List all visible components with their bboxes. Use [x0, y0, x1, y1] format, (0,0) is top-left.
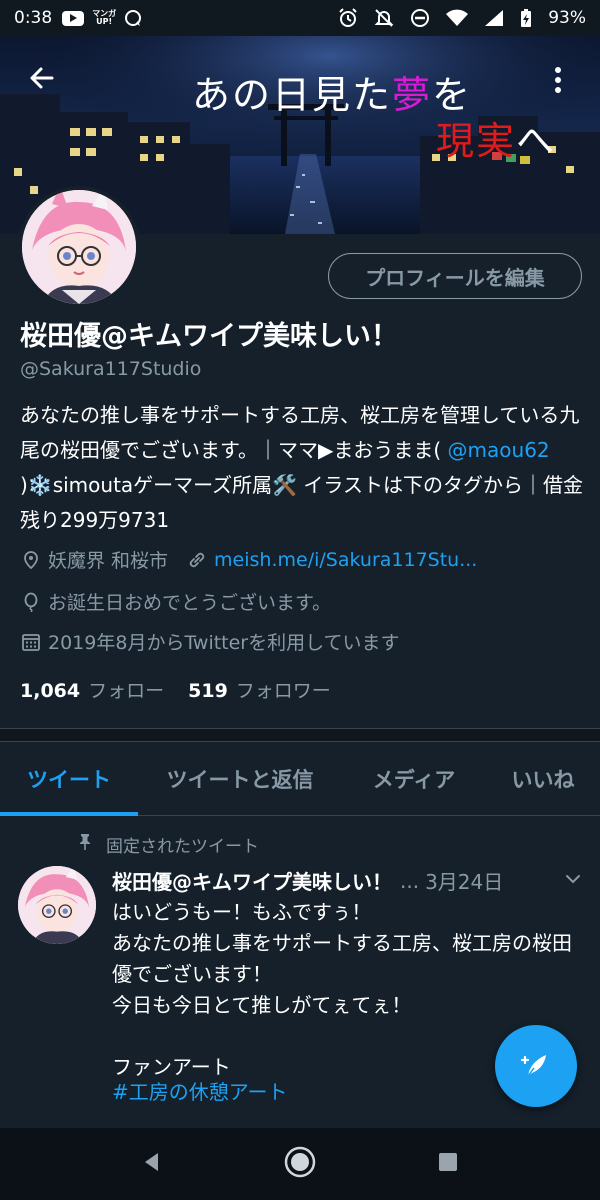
bio-mention-link[interactable]: @maou62	[448, 438, 550, 462]
banner-subtitle-red: 現実	[436, 119, 517, 163]
tab-likes[interactable]: いいね	[486, 742, 600, 816]
followers-count: 519	[188, 680, 228, 702]
battery-percent: 93%	[548, 8, 586, 28]
status-bar: 0:38 マンガ UP! 93%	[0, 0, 600, 36]
tab-media[interactable]: メディア	[342, 742, 486, 816]
banner-title-dream: 夢	[392, 73, 433, 117]
tab-tweets-and-replies[interactable]: ツイートと返信	[138, 742, 342, 816]
nav-back-icon[interactable]	[140, 1150, 164, 1178]
manga-up-icon: マンガ UP!	[92, 9, 117, 26]
profile-meta-birthday: お誕生日おめでとうございます。	[20, 588, 331, 615]
compose-tweet-button[interactable]	[495, 1025, 577, 1107]
link-icon	[186, 549, 208, 571]
pinned-tweet-header: 固定されたツイート	[78, 832, 259, 857]
tweet-date[interactable]: 3月24日	[425, 866, 503, 895]
tweet-author-avatar[interactable]	[18, 866, 96, 944]
battery-charging-icon	[520, 8, 532, 28]
profile-website-link[interactable]: meish.me/i/Sakura117Stu...	[214, 549, 477, 571]
nav-recents-icon[interactable]	[436, 1150, 460, 1178]
tweet-hashtag-link[interactable]: #工房の休憩アート	[112, 1076, 288, 1105]
profile-bio: あなたの推し事をサポートする工房、桜工房を管理している九尾の桜田優でございます。…	[20, 398, 585, 538]
pinned-tweet-label: 固定されたツイート	[106, 837, 259, 857]
balloon-icon	[20, 591, 42, 613]
banner-subtitle: 現実へ	[436, 110, 556, 165]
profile-meta-joined: 2019年8月からTwitterを利用しています	[20, 628, 400, 655]
edit-profile-button[interactable]: プロフィールを編集	[328, 253, 582, 299]
profile-location: 妖魔界 和桜市	[48, 550, 169, 572]
compose-feather-icon	[520, 1055, 546, 1077]
profile-joined-date: 2019年8月からTwitterを利用しています	[48, 632, 400, 654]
system-navigation-bar	[0, 1128, 600, 1200]
tab-tweets[interactable]: ツイート	[0, 742, 138, 816]
profile-meta-location-website: 妖魔界 和桜市 meish.me/i/Sakura117Stu...	[20, 546, 477, 573]
bio-text-continued: )❄️simoutaゲーマーズ所属🛠️ イラストは下のタグから｜借金残り299万…	[20, 473, 584, 532]
chat-bubble-icon	[124, 9, 142, 27]
back-arrow-icon[interactable]	[22, 58, 62, 98]
alarm-icon	[338, 8, 358, 28]
tweet-author-truncation: ...	[400, 868, 420, 893]
location-pin-icon	[20, 549, 42, 571]
followers-link[interactable]: 519 フォロワー	[188, 676, 331, 703]
profile-handle: @Sakura117Studio	[20, 358, 202, 380]
do-not-disturb-icon	[410, 8, 430, 28]
tweet-author-name[interactable]: 桜田優@キムワイプ美味しい！	[112, 866, 392, 895]
calendar-icon	[20, 631, 42, 653]
status-time: 0:38	[14, 8, 53, 28]
pin-icon	[78, 833, 92, 856]
profile-avatar[interactable]	[18, 186, 140, 308]
signal-icon	[484, 9, 504, 27]
follow-stats: 1,064 フォロー 519 フォロワー	[20, 676, 331, 703]
section-divider	[0, 728, 600, 742]
youtube-icon	[62, 10, 85, 26]
wifi-icon	[446, 9, 469, 27]
profile-display-name: 桜田優@キムワイプ美味しい！	[20, 321, 398, 352]
following-link[interactable]: 1,064 フォロー	[20, 676, 164, 703]
tweet-header: 桜田優@キムワイプ美味しい！ ... 3月24日	[112, 866, 582, 895]
banner-subtitle-white: へ	[516, 119, 557, 163]
profile-tabs: ツイート ツイートと返信 メディア いいね	[0, 742, 600, 816]
banner-title: あの日見た夢を	[192, 64, 472, 119]
notifications-off-icon	[374, 8, 394, 28]
followers-label: フォロワー	[235, 680, 331, 702]
following-count: 1,064	[20, 680, 81, 702]
more-options-icon[interactable]	[538, 60, 578, 100]
following-label: フォロー	[88, 680, 165, 702]
chevron-down-icon[interactable]	[564, 869, 582, 893]
banner-title-text: あの日見た	[192, 73, 393, 117]
profile-birthday: お誕生日おめでとうございます。	[48, 592, 332, 614]
nav-home-icon[interactable]	[283, 1145, 317, 1183]
